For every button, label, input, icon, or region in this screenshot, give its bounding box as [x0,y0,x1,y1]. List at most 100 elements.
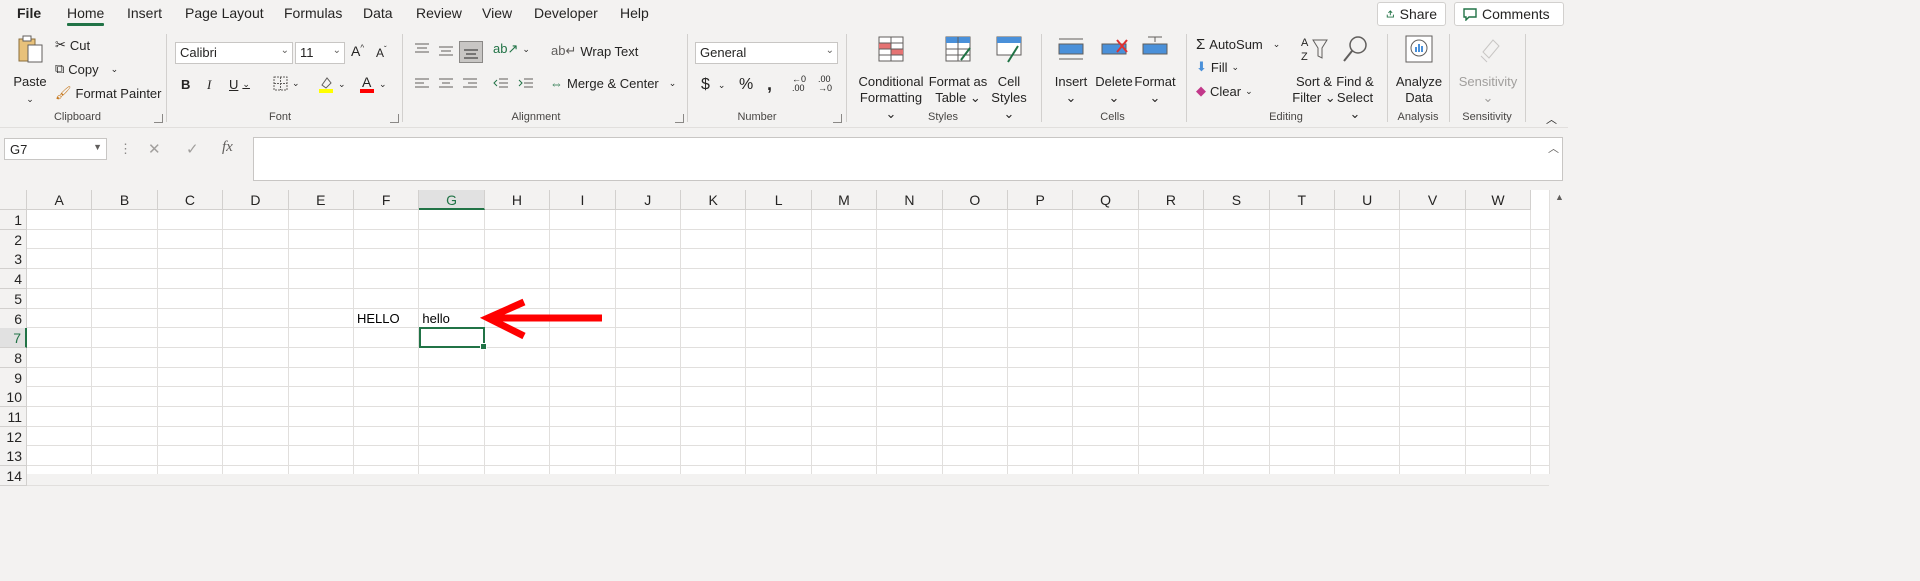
borders-button[interactable]: ⌄ [273,76,300,91]
tab-insert[interactable]: Insert [127,5,162,21]
underline-button[interactable]: U ⌄ [229,77,250,92]
scroll-up-icon[interactable]: ▲ [1555,192,1564,202]
column-header-l[interactable]: L [746,190,812,210]
font-launcher-icon[interactable] [390,114,399,123]
number-format-select[interactable]: General ⌄ [695,42,838,64]
bold-button[interactable]: B [181,77,190,92]
column-header-h[interactable]: H [484,190,551,210]
column-header-e[interactable]: E [288,190,354,210]
row-header-5[interactable]: 5 [0,288,27,309]
increase-font-size-button[interactable]: A^ [351,43,364,59]
column-header-v[interactable]: V [1400,190,1466,210]
column-header-f[interactable]: F [354,190,420,210]
currency-button[interactable]: $ ⌄ [701,76,725,94]
column-header-k[interactable]: K [681,190,747,210]
align-right-icon[interactable] [462,77,478,91]
row-header-3[interactable]: 3 [0,249,27,270]
formula-input[interactable] [253,137,1563,181]
chevron-down-icon[interactable]: ⌄ [111,64,119,75]
column-header-p[interactable]: P [1008,190,1074,210]
align-top-icon[interactable] [414,42,430,56]
row-header-6[interactable]: 6 [0,308,27,329]
column-header-r[interactable]: R [1138,190,1205,210]
row-header-13[interactable]: 13 [0,446,27,467]
row-header-4[interactable]: 4 [0,269,27,290]
enter-check-icon[interactable]: ✓ [186,140,199,158]
column-header-b[interactable]: B [92,190,158,210]
active-cell-selection[interactable] [419,327,487,350]
column-header-u[interactable]: U [1335,190,1401,210]
align-middle-icon[interactable] [438,44,454,58]
column-header-n[interactable]: N [877,190,943,210]
column-header-a[interactable]: A [27,190,93,210]
paste-button[interactable]: Paste ⌄ [10,34,50,107]
format-as-table-button[interactable]: Format as Table ⌄ [928,34,988,106]
share-button[interactable]: Share [1377,2,1446,26]
cancel-icon[interactable]: ✕ [148,140,161,158]
tab-file[interactable]: File [17,5,41,21]
font-color-button[interactable]: A ⌄ [359,74,387,94]
align-bottom-button[interactable] [459,41,483,63]
decrease-font-size-button[interactable]: Aˇ [376,45,387,60]
copy-button[interactable]: ⧉ Copy ⌄ [55,61,118,77]
autosum-button[interactable]: Σ AutoSum ⌄ [1196,36,1280,53]
row-header-1[interactable]: 1 [0,210,27,230]
column-header-t[interactable]: T [1269,190,1335,210]
number-launcher-icon[interactable] [833,114,842,123]
fill-color-button[interactable]: ⌄ [318,75,346,93]
name-box[interactable]: G7 ▼ [4,138,107,160]
find-select-button[interactable]: Find & Select ⌄ [1331,34,1379,122]
cell-styles-button[interactable]: Cell Styles ⌄ [986,34,1032,122]
percent-button[interactable]: % [739,76,753,94]
column-header-w[interactable]: W [1465,190,1532,210]
alignment-launcher-icon[interactable] [675,114,684,123]
format-cells-button[interactable]: Format ⌄ [1133,34,1177,106]
column-header-d[interactable]: D [223,190,289,210]
cut-button[interactable]: ✂ Cut [55,37,90,53]
row-header-9[interactable]: 9 [0,367,27,388]
row-header-14[interactable]: 14 [0,466,27,487]
column-header-c[interactable]: C [157,190,224,210]
column-header-i[interactable]: I [550,190,616,210]
row-header-12[interactable]: 12 [0,426,27,447]
increase-indent-icon[interactable] [518,77,534,91]
conditional-formatting-button[interactable]: Conditional Formatting ⌄ [853,34,929,122]
sensitivity-button[interactable]: Sensitivity ⌄ [1456,34,1520,106]
column-header-o[interactable]: O [942,190,1008,210]
decrease-indent-icon[interactable] [493,77,509,91]
drag-handle-icon[interactable]: ⋮ [119,141,132,157]
italic-button[interactable]: I [207,77,211,93]
format-painter-button[interactable]: 🖌 Format Painter [55,85,162,101]
analyze-data-button[interactable]: Analyze Data [1394,34,1444,106]
column-header-j[interactable]: J [615,190,681,210]
delete-cells-button[interactable]: Delete ⌄ [1094,34,1134,106]
clear-button[interactable]: ◆ Clear ⌄ [1196,83,1253,99]
align-center-icon[interactable] [438,77,454,91]
row-header-10[interactable]: 10 [0,387,27,408]
vertical-scrollbar[interactable]: ▲ [1549,190,1568,474]
row-header-8[interactable]: 8 [0,347,27,368]
fill-button[interactable]: ⬇ Fill ⌄ [1196,59,1239,75]
spreadsheet-grid[interactable]: ▲ A B C D E F G H I J K L M N O P Q R S T U V W 1 2 3 4 5 6 7 8 9 10 11 12… [0,190,1568,487]
tab-developer[interactable]: Developer [534,5,598,21]
tab-formulas[interactable]: Formulas [284,5,342,21]
comments-button[interactable]: Comments [1454,2,1564,26]
orientation-button[interactable]: ab↗ ⌄ [493,41,530,57]
font-size-select[interactable]: 11 ⌄ [295,42,345,64]
select-all-corner[interactable] [0,190,27,210]
collapse-ribbon-button[interactable]: ︿ [1546,111,1557,127]
column-header-q[interactable]: Q [1073,190,1139,210]
column-header-s[interactable]: S [1204,190,1270,210]
merge-center-button[interactable]: ⇔ Merge & Center ⌄ [550,76,676,91]
tab-help[interactable]: Help [620,5,649,21]
font-name-select[interactable]: Calibri ⌄ [175,42,293,64]
clipboard-launcher-icon[interactable] [154,114,163,123]
align-left-icon[interactable] [414,77,430,91]
tab-view[interactable]: View [482,5,512,21]
increase-decimal-button[interactable]: ←0.00 [792,75,806,93]
row-header-2[interactable]: 2 [0,229,27,250]
wrap-text-button[interactable]: ab↵ Wrap Text [551,43,638,59]
comma-style-button[interactable]: , [767,74,772,95]
tab-data[interactable]: Data [363,5,393,21]
tab-review[interactable]: Review [416,5,462,21]
